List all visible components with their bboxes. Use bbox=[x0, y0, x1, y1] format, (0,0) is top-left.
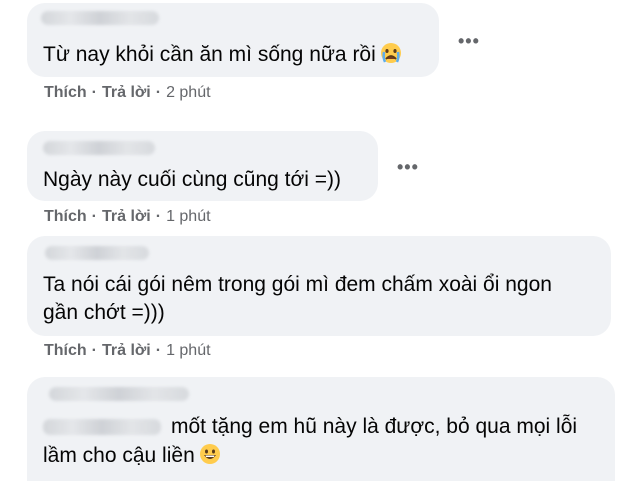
comment-text-line-1: Ta nói cái gói nêm trong gói mì đem chấm… bbox=[43, 271, 552, 299]
comment-text-content: lầm cho cậu liền bbox=[43, 444, 195, 467]
crying-face-icon bbox=[380, 42, 402, 72]
like-link[interactable]: Thích bbox=[44, 208, 87, 225]
comment-bubble: Ngày này cuối cùng cũng tới =)) bbox=[27, 131, 378, 201]
comment-text-content: Ta nói cái gói nêm trong gói mì đem chấm… bbox=[43, 273, 552, 296]
timestamp[interactable]: 2 phút bbox=[166, 84, 210, 101]
comment-text: Ngày này cuối cùng cũng tới =)) bbox=[43, 166, 341, 194]
separator: · bbox=[155, 84, 162, 101]
reply-link[interactable]: Trả lời bbox=[102, 208, 151, 225]
comment-text: Từ nay khỏi cần ăn mì sống nữa rồi bbox=[43, 41, 402, 72]
comment-actions: Thích · Trả lời · 1 phút bbox=[44, 208, 211, 226]
reply-link[interactable]: Trả lời bbox=[102, 342, 151, 359]
separator: · bbox=[155, 342, 162, 359]
comment-text-line-2: gần chớt =))) bbox=[43, 299, 165, 327]
reply-link[interactable]: Trả lời bbox=[102, 84, 151, 101]
separator: · bbox=[155, 208, 162, 225]
comment-bubble: Ta nói cái gói nêm trong gói mì đem chấm… bbox=[27, 236, 611, 336]
more-options-button[interactable]: ••• bbox=[397, 158, 419, 176]
separator: · bbox=[91, 342, 97, 359]
separator: · bbox=[91, 84, 97, 101]
comment-actions: Thích · Trả lời · 2 phút bbox=[44, 84, 211, 102]
comment-text-line-1: mốt tặng em hũ này là được, bỏ qua mọi l… bbox=[171, 413, 577, 441]
comment-bubble: mốt tặng em hũ này là được, bỏ qua mọi l… bbox=[27, 377, 615, 481]
commenter-name-blurred[interactable] bbox=[49, 387, 189, 401]
comment-text-content: Từ nay khỏi cần ăn mì sống nữa rồi bbox=[43, 43, 376, 66]
more-options-button[interactable]: ••• bbox=[458, 32, 480, 50]
comment-text-content: mốt tặng em hũ này là được, bỏ qua mọi l… bbox=[171, 415, 578, 438]
separator: · bbox=[91, 208, 97, 225]
like-link[interactable]: Thích bbox=[44, 342, 87, 359]
commenter-name-blurred[interactable] bbox=[43, 141, 155, 155]
comment-bubble: Từ nay khỏi cần ăn mì sống nữa rồi bbox=[27, 3, 439, 77]
mentioned-name-blurred[interactable] bbox=[43, 419, 161, 435]
comment-text-line-2: lầm cho cậu liền bbox=[43, 442, 221, 473]
commenter-name-blurred[interactable] bbox=[45, 246, 149, 260]
timestamp[interactable]: 1 phút bbox=[166, 208, 210, 225]
comment-text-content: Ngày này cuối cùng cũng tới =)) bbox=[43, 168, 342, 191]
timestamp[interactable]: 1 phút bbox=[166, 342, 210, 359]
grinning-face-icon bbox=[199, 443, 221, 473]
comment-actions: Thích · Trả lời · 1 phút bbox=[44, 342, 211, 360]
commenter-name-blurred[interactable] bbox=[41, 11, 159, 25]
comment-text-content: gần chớt =))) bbox=[43, 301, 165, 324]
like-link[interactable]: Thích bbox=[44, 84, 87, 101]
